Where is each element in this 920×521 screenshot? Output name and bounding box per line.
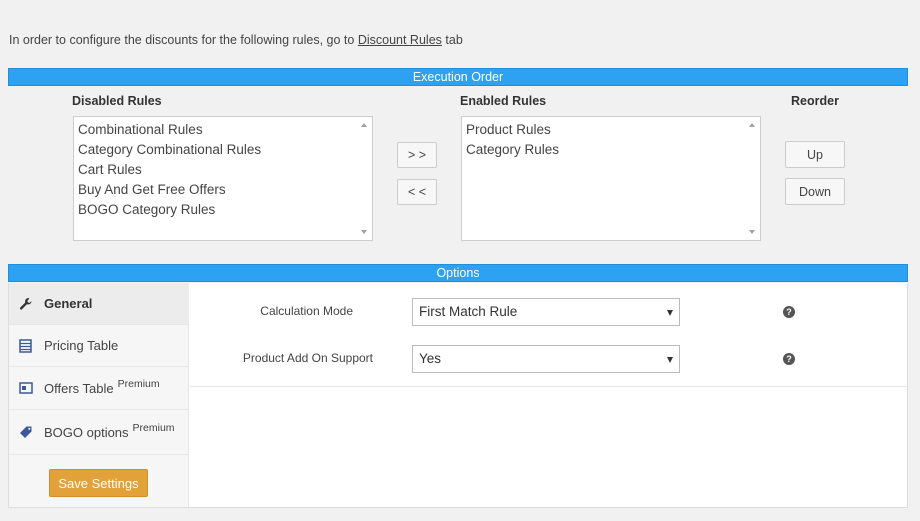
chevron-down-icon <box>667 310 673 316</box>
enabled-rules-heading: Enabled Rules <box>460 94 547 108</box>
tab-bogo-options[interactable]: BOGO options Premium <box>9 410 189 455</box>
premium-badge: Premium <box>132 422 175 434</box>
scroll-down-icon[interactable] <box>749 230 755 234</box>
tab-label: Pricing Table <box>44 338 119 353</box>
scrollbar[interactable] <box>357 117 372 240</box>
reorder-heading: Reorder <box>791 94 839 108</box>
table-icon <box>19 338 33 353</box>
list-item[interactable]: Combinational Rules <box>78 120 372 140</box>
tab-pricing-table[interactable]: Pricing Table <box>9 325 189 367</box>
select-value: First Match Rule <box>419 304 518 319</box>
list-item[interactable]: Buy And Get Free Offers <box>78 180 372 200</box>
help-icon[interactable]: ? <box>783 353 795 365</box>
premium-badge: Premium <box>117 378 160 390</box>
intro-prefix: In order to configure the discounts for … <box>9 33 355 47</box>
tab-offers-table[interactable]: Offers Table Premium <box>9 367 189 410</box>
list-item[interactable]: BOGO Category Rules <box>78 200 372 220</box>
offers-table-icon <box>19 381 33 395</box>
move-right-button[interactable]: > > <box>397 142 437 168</box>
select-value: Yes <box>419 351 442 366</box>
product-add-on-support-label: Product Add On Support <box>242 351 373 365</box>
wrench-icon <box>19 297 33 311</box>
options-tabs: General Pricing Table Offers Table Premi… <box>9 283 189 507</box>
calculation-mode-label: Calculation Mode <box>260 304 353 318</box>
options-header: Options <box>8 264 908 282</box>
scroll-up-icon[interactable] <box>361 123 367 127</box>
tab-label: BOGO options <box>44 424 129 440</box>
enabled-rules-list[interactable]: Product Rules Category Rules <box>461 116 761 241</box>
discount-rules-link[interactable]: Discount Rules <box>358 33 442 47</box>
disabled-rules-heading: Disabled Rules <box>72 94 162 108</box>
list-item[interactable]: Cart Rules <box>78 160 372 180</box>
move-up-button[interactable]: Up <box>785 141 845 168</box>
options-panel: General Pricing Table Offers Table Premi… <box>8 283 908 508</box>
intro-suffix: tab <box>445 33 463 47</box>
list-item[interactable]: Category Combinational Rules <box>78 140 372 160</box>
tab-general[interactable]: General <box>9 283 189 325</box>
list-item[interactable]: Category Rules <box>466 140 760 160</box>
disabled-rules-list[interactable]: Combinational Rules Category Combination… <box>73 116 373 241</box>
move-left-button[interactable]: < < <box>397 179 437 205</box>
product-add-on-support-select[interactable]: Yes <box>412 345 680 373</box>
move-down-button[interactable]: Down <box>785 178 845 205</box>
intro-text: In order to configure the discounts for … <box>9 33 463 47</box>
scroll-down-icon[interactable] <box>361 230 367 234</box>
divider <box>190 386 907 387</box>
scrollbar[interactable] <box>745 117 760 240</box>
tag-icon <box>19 425 33 439</box>
tab-label: General <box>44 296 93 311</box>
scroll-up-icon[interactable] <box>749 123 755 127</box>
list-item[interactable]: Product Rules <box>466 120 760 140</box>
help-icon[interactable]: ? <box>783 306 795 318</box>
execution-order-header: Execution Order <box>8 68 908 86</box>
tab-label: Offers Table <box>44 380 114 396</box>
chevron-down-icon <box>667 357 673 363</box>
calculation-mode-select[interactable]: First Match Rule <box>412 298 680 326</box>
save-settings-button[interactable]: Save Settings <box>49 469 148 497</box>
